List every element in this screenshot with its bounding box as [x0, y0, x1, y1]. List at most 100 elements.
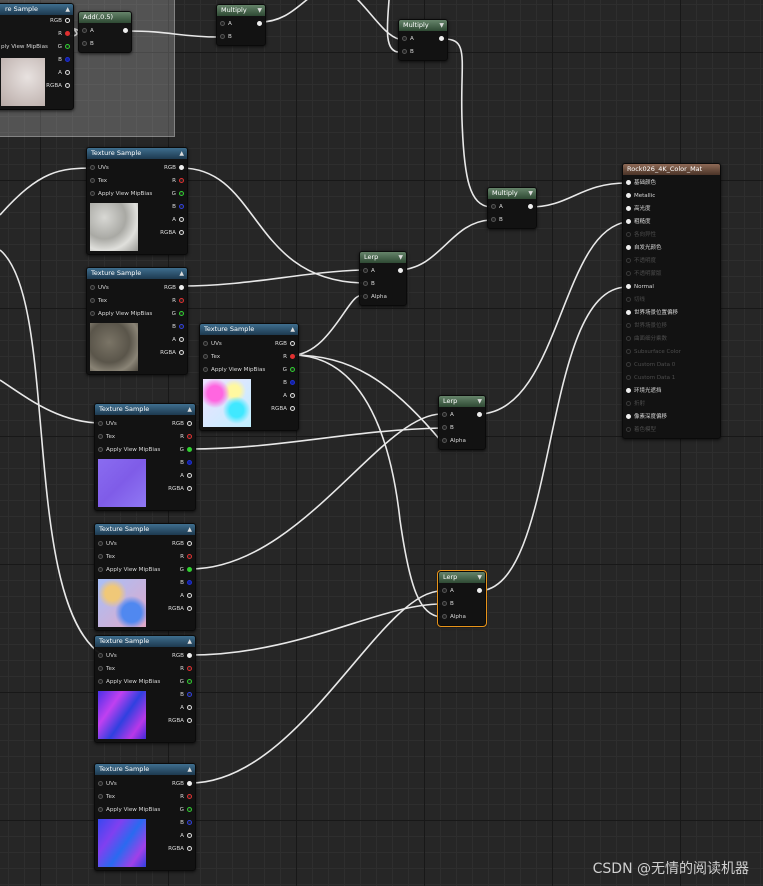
material-input-pin-row[interactable]: 着色模型 [623, 424, 656, 437]
input-pin[interactable] [626, 375, 631, 380]
material-input-pin-row[interactable]: 像素深度偏移 [623, 411, 667, 424]
input-pin-a[interactable] [442, 412, 447, 417]
output-pin-rgba[interactable] [187, 606, 192, 611]
output-pin-rgb[interactable] [187, 541, 192, 546]
input-pin-uvs[interactable] [90, 285, 95, 290]
output-pin-b[interactable] [187, 460, 192, 465]
output-pin-rgb[interactable] [65, 18, 70, 23]
output-pin-b[interactable] [290, 380, 295, 385]
input-pin-mipbias[interactable] [98, 679, 103, 684]
input-pin[interactable] [626, 219, 631, 224]
output-pin-rgba[interactable] [187, 846, 192, 851]
input-pin-b[interactable] [220, 34, 225, 39]
collapse-arrow-icon[interactable]: ▲ [65, 4, 70, 15]
input-pin-tex[interactable] [203, 354, 208, 359]
input-pin[interactable] [626, 232, 631, 237]
input-pin[interactable] [626, 336, 631, 341]
texture-sample-node[interactable]: Texture Sample ▲ UVs Tex Apply View MipBi… [94, 403, 196, 511]
collapse-arrow-icon[interactable]: ▼ [257, 5, 262, 16]
output-pin-g[interactable] [290, 367, 295, 372]
input-pin-uvs[interactable] [98, 781, 103, 786]
output-pin-b[interactable] [187, 692, 192, 697]
material-input-pin-row[interactable]: Metallic [623, 190, 655, 203]
texture-sample-node[interactable]: Texture Sample ▲ UVs Tex Apply View MipBi… [86, 147, 188, 255]
output-pin[interactable] [123, 28, 128, 33]
output-pin[interactable] [528, 204, 533, 209]
output-pin-rgb[interactable] [179, 285, 184, 290]
texture-sample-node[interactable]: Texture Sample ▲ UVs Tex Apply View MipBi… [86, 267, 188, 375]
output-pin-g[interactable] [187, 447, 192, 452]
output-pin[interactable] [398, 268, 403, 273]
material-input-pin-row[interactable]: 世界场景位移 [623, 320, 667, 333]
output-pin[interactable] [439, 36, 444, 41]
lerp-node[interactable]: Lerp ▼ A B Alpha [359, 251, 407, 306]
input-pin-b[interactable] [442, 601, 447, 606]
input-pin[interactable] [626, 401, 631, 406]
output-pin-r[interactable] [187, 434, 192, 439]
input-pin-b[interactable] [363, 281, 368, 286]
input-pin[interactable] [626, 193, 631, 198]
output-pin-r[interactable] [179, 178, 184, 183]
input-pin-b[interactable] [442, 425, 447, 430]
lerp-node-selected[interactable]: Lerp ▼ A B Alpha [437, 570, 487, 627]
output-pin[interactable] [257, 21, 262, 26]
output-pin[interactable] [477, 412, 482, 417]
material-input-pin-row[interactable]: 折射 [623, 398, 645, 411]
material-input-pin-row[interactable]: 各向异性 [623, 229, 656, 242]
input-pin-a[interactable] [82, 28, 87, 33]
output-pin-g[interactable] [179, 311, 184, 316]
output-pin-r[interactable] [179, 298, 184, 303]
collapse-arrow-icon[interactable]: ▼ [477, 396, 482, 407]
output-pin-rgba[interactable] [179, 230, 184, 235]
input-pin[interactable] [626, 349, 631, 354]
input-pin-tex[interactable] [98, 666, 103, 671]
output-pin-a[interactable] [187, 593, 192, 598]
output-pin-r[interactable] [187, 666, 192, 671]
input-pin[interactable] [626, 271, 631, 276]
input-pin-tex[interactable] [98, 554, 103, 559]
input-pin-uvs[interactable] [98, 421, 103, 426]
input-pin[interactable] [626, 323, 631, 328]
multiply-node[interactable]: Multiply ▼ A B [216, 4, 266, 46]
output-pin-r[interactable] [65, 31, 70, 36]
input-pin[interactable] [626, 180, 631, 185]
output-pin-g[interactable] [187, 679, 192, 684]
input-pin-tex[interactable] [90, 298, 95, 303]
input-pin-uvs[interactable] [90, 165, 95, 170]
input-pin-mipbias[interactable] [203, 367, 208, 372]
output-pin-a[interactable] [290, 393, 295, 398]
output-pin-b[interactable] [187, 820, 192, 825]
material-input-pin-row[interactable]: Subsurface Color [623, 346, 681, 359]
collapse-arrow-icon[interactable]: ▼ [477, 572, 482, 583]
collapse-arrow-icon[interactable]: ▼ [439, 20, 444, 31]
output-pin-rgba[interactable] [179, 350, 184, 355]
output-pin-b[interactable] [179, 324, 184, 329]
output-pin-a[interactable] [65, 70, 70, 75]
input-pin-a[interactable] [363, 268, 368, 273]
multiply-node[interactable]: Multiply ▼ A B [487, 187, 537, 229]
output-pin-a[interactable] [187, 833, 192, 838]
input-pin-tex[interactable] [98, 434, 103, 439]
input-pin-uvs[interactable] [98, 541, 103, 546]
output-pin-rgb[interactable] [187, 421, 192, 426]
output-pin-a[interactable] [179, 217, 184, 222]
input-pin[interactable] [626, 258, 631, 263]
input-pin-uvs[interactable] [203, 341, 208, 346]
output-pin-g[interactable] [187, 567, 192, 572]
input-pin-b[interactable] [82, 41, 87, 46]
output-pin-r[interactable] [187, 554, 192, 559]
input-pin-tex[interactable] [98, 794, 103, 799]
comment-texture-sample-node[interactable]: re Sample ▲ RGB R ply View MipBias G B A … [0, 3, 74, 110]
material-input-pin-row[interactable]: 曲面细分乘数 [623, 333, 667, 346]
collapse-arrow-icon[interactable]: ▲ [179, 148, 184, 159]
input-pin-a[interactable] [491, 204, 496, 209]
input-pin-a[interactable] [220, 21, 225, 26]
output-pin-g[interactable] [179, 191, 184, 196]
input-pin[interactable] [626, 414, 631, 419]
material-input-pin-row[interactable]: 世界场景位置偏移 [623, 307, 678, 320]
lerp-node[interactable]: Lerp ▼ A B Alpha [438, 395, 486, 450]
input-pin-b[interactable] [402, 49, 407, 54]
input-pin[interactable] [626, 297, 631, 302]
output-pin-rgb[interactable] [179, 165, 184, 170]
input-pin[interactable] [626, 206, 631, 211]
